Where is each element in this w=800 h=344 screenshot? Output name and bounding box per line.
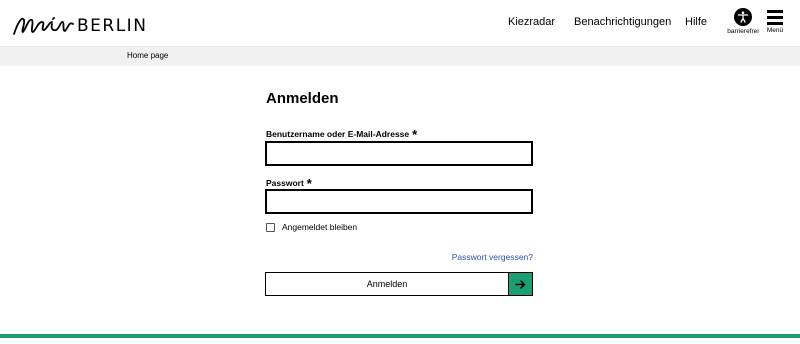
breadcrumb: Home page: [0, 47, 800, 66]
required-marker: *: [412, 127, 418, 142]
remember-me-row[interactable]: Angemeldet bleiben: [266, 222, 357, 232]
username-field-box: [265, 141, 533, 166]
nav-link-notifications[interactable]: Benachrichtigungen: [574, 16, 671, 28]
arrow-right-icon: [508, 272, 533, 296]
page-title: Anmelden: [266, 90, 339, 107]
menu-label: Menü: [766, 26, 784, 34]
submit-button-label: Anmelden: [265, 272, 508, 296]
username-label: Benutzername oder E-Mail-Adresse *: [266, 127, 418, 142]
logo-wordmark: BERLIN: [77, 16, 148, 36]
remember-me-checkbox[interactable]: [266, 222, 275, 232]
mein-script-logo-icon: [13, 17, 74, 35]
password-label: Passwort *: [266, 176, 312, 191]
hamburger-menu-icon: [764, 10, 786, 25]
accessibility-icon: [734, 8, 752, 26]
password-field-box: [265, 189, 533, 214]
site-header: BERLIN Kiezradar Benachrichtigungen Hilf…: [0, 0, 800, 47]
username-input[interactable]: [267, 143, 531, 164]
footer-accent-strip: [0, 334, 800, 344]
password-input[interactable]: [267, 191, 531, 212]
breadcrumb-home-link[interactable]: Home page: [127, 51, 168, 60]
forgot-password-link[interactable]: Passwort vergessen?: [452, 252, 533, 262]
nav-link-kiezradar[interactable]: Kiezradar: [508, 16, 555, 28]
remember-me-label: Angemeldet bleiben: [282, 222, 358, 232]
menu-button[interactable]: Menü: [764, 10, 786, 34]
login-submit-button[interactable]: Anmelden: [265, 272, 533, 296]
accessibility-button[interactable]: barrierefrei: [726, 8, 760, 35]
nav-link-help[interactable]: Hilfe: [685, 16, 707, 28]
site-logo[interactable]: BERLIN: [12, 8, 147, 40]
accessibility-label: barrierefrei: [727, 28, 759, 35]
